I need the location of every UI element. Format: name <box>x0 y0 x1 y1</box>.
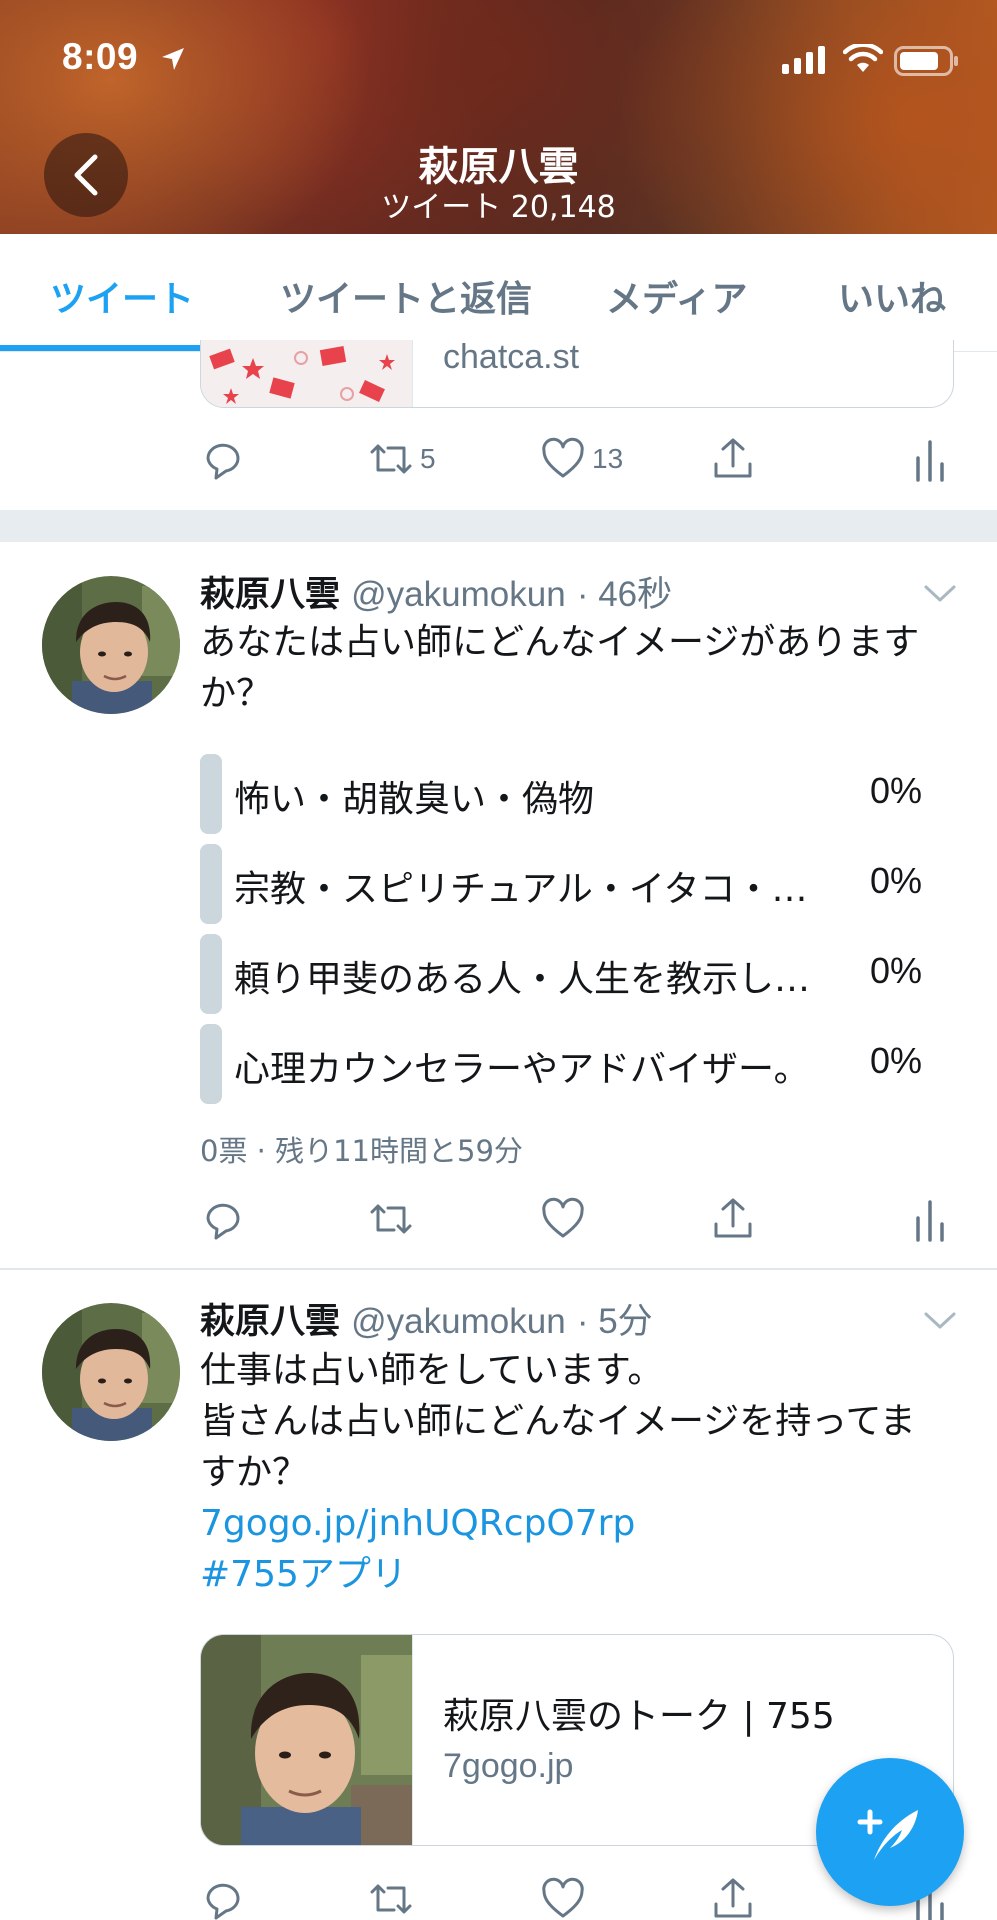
hashtag-link[interactable]: #755アプリ <box>200 1549 960 1600</box>
reply-button[interactable] <box>200 1876 246 1920</box>
tweet-actions <box>200 1196 960 1256</box>
heart-icon <box>542 437 584 478</box>
poll-option-percent: 0% <box>869 950 922 991</box>
location-arrow-icon <box>162 48 184 70</box>
share-button[interactable] <box>710 436 756 482</box>
card-title: 萩原八雲のトーク | 755 <box>443 1696 835 1737</box>
like-button[interactable]: 13 <box>540 436 623 482</box>
poll-option-label: 頼り甲斐のある人・人生を教示し… <box>234 959 811 1000</box>
profile-tabs: ツイート ツイートと返信 メディア いいね <box>0 234 997 352</box>
analytics-button[interactable] <box>912 1196 948 1242</box>
tweet-header: 萩原八雲 @yakumokun · 5分 <box>200 1293 653 1344</box>
card-thumbnail <box>201 340 413 407</box>
tweet-divider <box>0 1268 997 1270</box>
poll-option: 頼り甲斐のある人・人生を教示し… 0% <box>200 934 940 1014</box>
poll-option: 怖い・胡散臭い・偽物 0% <box>200 754 940 834</box>
card-thumbnail <box>201 1635 413 1845</box>
status-time: 8:09 <box>62 36 139 77</box>
compose-quill-icon <box>857 1809 918 1860</box>
tab-tweets[interactable]: ツイート <box>50 270 194 322</box>
heart-icon <box>542 1877 584 1918</box>
retweet-button[interactable]: 5 <box>368 436 436 482</box>
profile-header: 8:09 萩原八雲 ツイート 20,148 <box>0 0 997 234</box>
heart-icon <box>542 1197 584 1238</box>
retweet-button[interactable] <box>368 1196 414 1242</box>
poll-option-label: 宗教・スピリチュアル・イタコ・… <box>234 869 808 910</box>
wifi-icon <box>843 44 883 72</box>
like-button[interactable] <box>540 1196 586 1242</box>
poll-bar <box>200 1024 222 1104</box>
compose-tweet-button[interactable] <box>816 1758 964 1906</box>
author-handle[interactable]: @yakumokun <box>351 575 566 614</box>
author-name[interactable]: 萩原八雲 <box>200 1302 340 1342</box>
retweet-count: 5 <box>420 443 436 474</box>
tweet-header: 萩原八雲 @yakumokun · 46秒 <box>200 566 672 617</box>
share-button[interactable] <box>710 1876 756 1920</box>
poll-bar <box>200 934 222 1014</box>
poll-bar <box>200 754 222 834</box>
like-count: 13 <box>592 443 624 474</box>
share-icon <box>714 1878 752 1918</box>
share-icon <box>714 438 752 478</box>
reply-button[interactable] <box>200 436 246 482</box>
chevron-down-icon[interactable] <box>922 582 958 606</box>
link-card[interactable]: chatca.st <box>200 340 954 408</box>
tweet-count: ツイート 20,148 <box>381 190 616 225</box>
analytics-icon <box>916 1200 944 1242</box>
tweet-link[interactable]: 7gogo.jp/jnhUQRcpO7rp <box>200 1498 960 1549</box>
share-button[interactable] <box>710 1196 756 1242</box>
tweet-time: · 46秒 <box>576 575 673 614</box>
retweet-icon <box>370 1204 412 1234</box>
battery-icon <box>894 46 958 76</box>
tweet-actions: 5 13 <box>200 436 960 496</box>
avatar[interactable] <box>42 576 180 714</box>
chevron-down-icon[interactable] <box>922 1309 958 1333</box>
poll-option-label: 心理カウンセラーやアドバイザー。 <box>234 1049 810 1090</box>
tweet-text: 仕事は占い師をしています。 皆さんは占い師にどんなイメージを持ってま すか？ 7… <box>200 1345 960 1600</box>
analytics-button[interactable] <box>912 436 948 482</box>
reply-icon <box>206 1883 240 1920</box>
tab-media[interactable]: メディア <box>606 270 747 322</box>
tweet-time: · 5分 <box>576 1302 653 1341</box>
like-button[interactable] <box>540 1876 586 1920</box>
card-domain: chatca.st <box>443 340 580 376</box>
avatar[interactable] <box>42 1303 180 1441</box>
share-icon <box>714 1198 752 1238</box>
poll-option: 宗教・スピリチュアル・イタコ・… 0% <box>200 844 940 924</box>
tab-likes[interactable]: いいね <box>838 270 946 322</box>
poll-option-percent: 0% <box>869 1040 922 1081</box>
poll-option: 心理カウンセラーやアドバイザー。 0% <box>200 1024 940 1104</box>
card-domain: 7gogo.jp <box>443 1747 574 1785</box>
reply-button[interactable] <box>200 1196 246 1242</box>
retweet-button[interactable] <box>368 1876 414 1920</box>
tweet-text: あなたは占い師にどんなイメージがあります か？ <box>200 622 920 714</box>
poll-option-percent: 0% <box>869 770 922 811</box>
tab-tweets-and-replies[interactable]: ツイートと返信 <box>280 270 532 322</box>
retweet-icon <box>370 444 412 474</box>
analytics-icon <box>916 440 944 482</box>
author-handle[interactable]: @yakumokun <box>351 1302 566 1341</box>
retweet-icon <box>370 1884 412 1914</box>
poll-option-percent: 0% <box>869 860 922 901</box>
author-name[interactable]: 萩原八雲 <box>200 575 340 615</box>
reply-icon <box>206 1203 240 1240</box>
poll-bar <box>200 844 222 924</box>
poll-option-label: 怖い・胡散臭い・偽物 <box>234 779 595 820</box>
poll-meta: 0票 · 残り11時間と59分 <box>200 1134 523 1168</box>
reply-icon <box>206 443 240 480</box>
cellular-signal-icon <box>782 46 825 74</box>
section-separator <box>0 510 997 542</box>
